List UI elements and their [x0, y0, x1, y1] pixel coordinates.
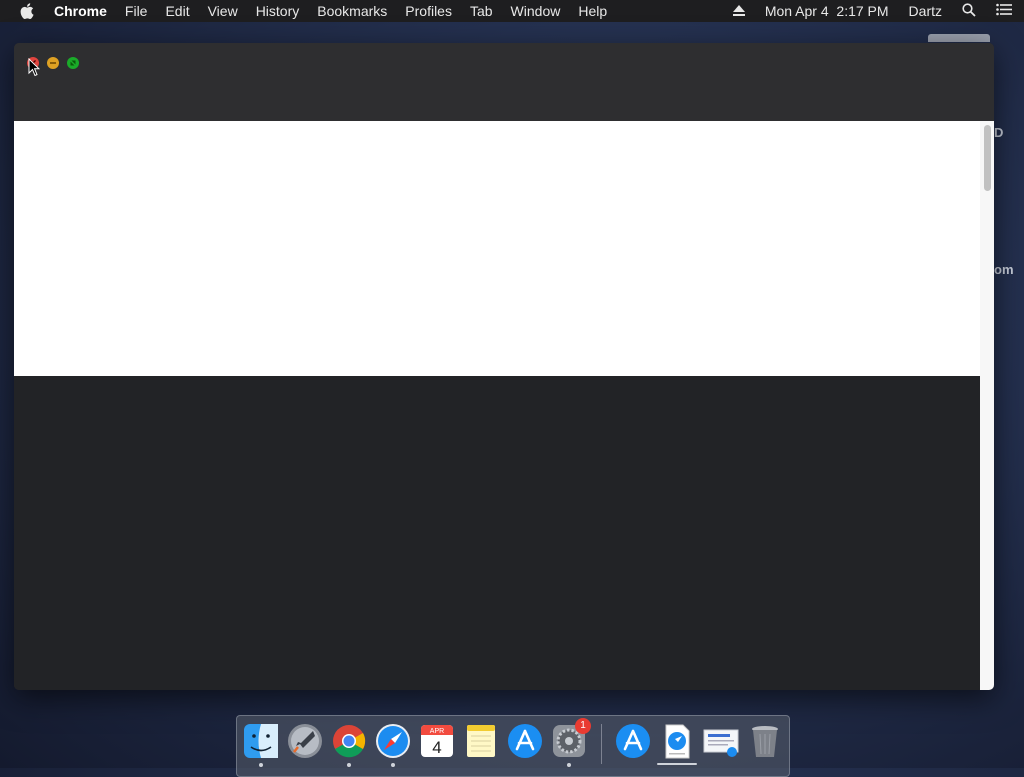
dock-item-safari[interactable] [374, 722, 412, 760]
document-preview-icon [703, 729, 739, 757]
dock-item-launchpad[interactable] [286, 722, 324, 760]
desktop-item-label[interactable]: D [994, 125, 1003, 140]
calendar-month: APR [430, 728, 444, 735]
calendar-day: 4 [432, 738, 441, 757]
apple-menu-icon[interactable] [20, 3, 36, 19]
user-menu[interactable]: Dartz [909, 3, 942, 19]
page-content-dark[interactable] [14, 376, 980, 690]
app-menu-chrome[interactable]: Chrome [54, 3, 107, 19]
app-store-icon [616, 724, 650, 758]
scrollbar-thumb[interactable] [984, 125, 991, 191]
eject-icon[interactable] [732, 3, 745, 19]
running-indicator [259, 763, 263, 767]
running-indicator [347, 763, 351, 767]
running-indicator [567, 763, 571, 767]
notification-center-icon[interactable] [996, 3, 1012, 19]
dock-item-notes[interactable] [462, 722, 500, 760]
trash-icon [752, 726, 778, 757]
dock-item-finder[interactable] [242, 722, 280, 760]
finder-icon [244, 724, 278, 758]
menu-history[interactable]: History [256, 3, 300, 19]
app-store-icon [508, 724, 542, 758]
menu-help[interactable]: Help [578, 3, 607, 19]
vertical-scrollbar[interactable] [980, 121, 994, 690]
menu-tab[interactable]: Tab [470, 3, 493, 19]
menu-bookmarks[interactable]: Bookmarks [317, 3, 387, 19]
safari-icon [376, 724, 410, 758]
page-content-light[interactable] [14, 121, 980, 376]
dock-item-calendar[interactable]: APR 4 [418, 722, 456, 760]
dock-item-downloads[interactable] [658, 722, 696, 760]
running-indicator [391, 763, 395, 767]
dock-separator [601, 724, 602, 764]
notes-icon [467, 725, 495, 757]
minimize-window-button[interactable] [47, 57, 59, 69]
menu-bar: Chrome File Edit View History Bookmarks … [0, 0, 1024, 22]
dock-item-trash[interactable] [746, 722, 784, 760]
dock-item-app-store-installer[interactable] [614, 722, 652, 760]
window-title-bar[interactable] [14, 43, 994, 121]
desktop-drive-icon[interactable] [928, 34, 990, 42]
desktop-item-label[interactable]: om [994, 262, 1014, 277]
menu-profiles[interactable]: Profiles [405, 3, 452, 19]
mouse-cursor-icon [28, 58, 40, 77]
clock[interactable]: Mon Apr 4 2:17 PM [765, 3, 889, 19]
stack-indicator [657, 763, 697, 765]
calendar-icon: APR 4 [421, 725, 453, 757]
downloads-stack-icon [665, 724, 690, 759]
menu-bar-status-area: Mon Apr 4 2:17 PM Dartz [732, 0, 1024, 22]
launchpad-icon [288, 724, 322, 758]
notification-badge: 1 [575, 718, 591, 734]
dock-item-document[interactable] [702, 722, 740, 760]
fullscreen-window-button[interactable] [67, 57, 79, 69]
chrome-icon [333, 725, 366, 758]
chrome-window [14, 43, 994, 690]
menu-file[interactable]: File [125, 3, 148, 19]
menu-view[interactable]: View [208, 3, 238, 19]
menu-window[interactable]: Window [511, 3, 561, 19]
spotlight-search-icon[interactable] [962, 2, 976, 20]
menu-edit[interactable]: Edit [165, 3, 189, 19]
dock-item-chrome[interactable] [330, 722, 368, 760]
dock-item-app-store[interactable] [506, 722, 544, 760]
